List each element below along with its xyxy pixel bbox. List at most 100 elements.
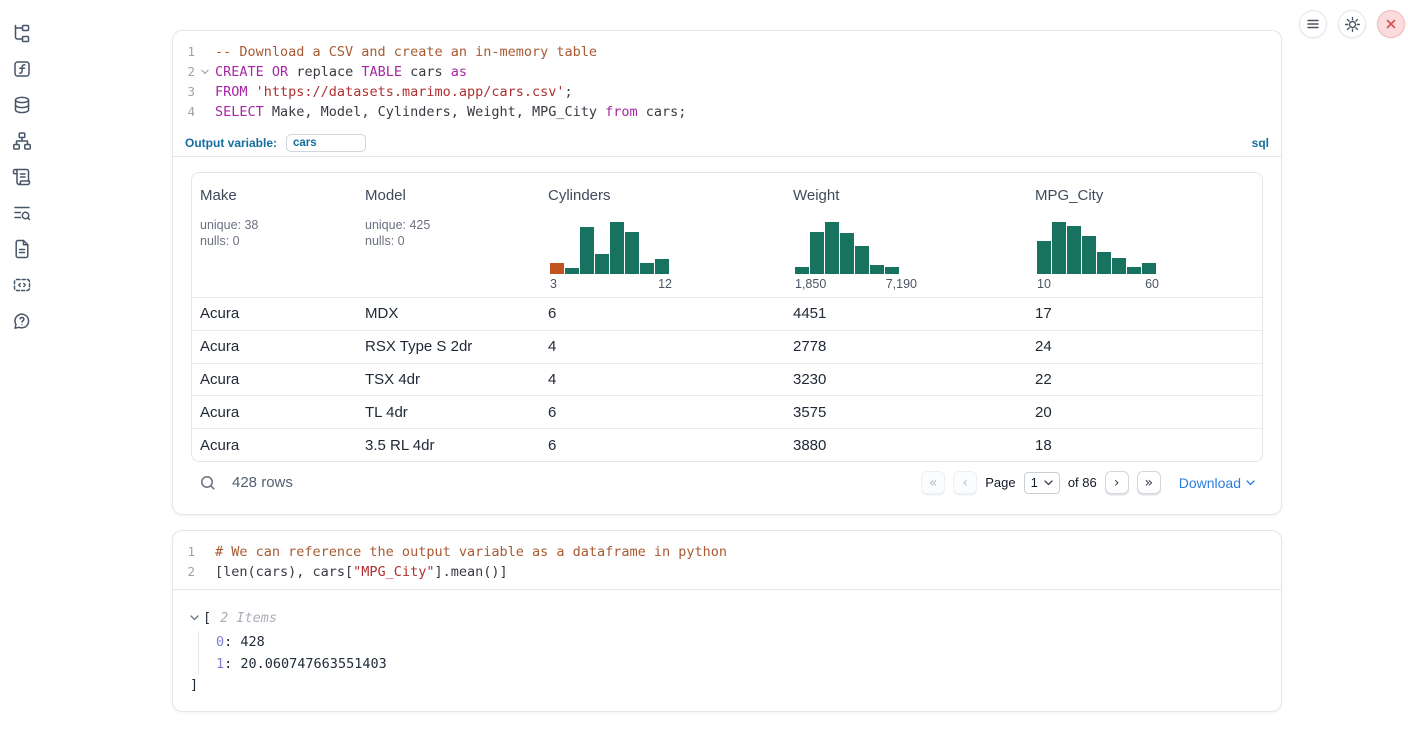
shutdown-button[interactable]: [1377, 10, 1405, 38]
code-text[interactable]: [len(cars), cars["MPG_City"].mean()]: [199, 562, 508, 582]
histogram-bar: [640, 263, 654, 274]
item-value: 428: [240, 634, 264, 650]
histogram-bar: [1127, 267, 1141, 274]
sql-output: Make unique: 38nulls: 0 Model unique: 42…: [173, 157, 1281, 504]
histogram-bar: [1112, 258, 1126, 274]
histogram-bar: [610, 222, 624, 274]
code-line: 1 # We can reference the output variable…: [173, 542, 1281, 562]
line-number: 1: [173, 542, 199, 562]
tree-items: 0: 428 1: 20.060747663551403: [198, 631, 1281, 675]
histogram-bar: [1052, 222, 1066, 274]
list-item: 0: 428: [216, 631, 1281, 653]
next-page-button[interactable]: ›: [1105, 471, 1129, 494]
code-line: 2 CREATE OR replace TABLE cars as: [173, 62, 1281, 82]
histogram-bar: [1067, 226, 1081, 274]
chevron-down-icon: [1246, 480, 1255, 486]
histogram-bar: [795, 267, 809, 274]
code-line: 1 -- Download a CSV and create an in-mem…: [173, 42, 1281, 62]
pagination: « ‹ Page 1 of 86 › » Download: [921, 471, 1255, 494]
search-icon[interactable]: [199, 474, 217, 492]
output-variable-input[interactable]: [286, 134, 366, 152]
document-icon[interactable]: [12, 239, 32, 259]
line-number: 1: [173, 42, 199, 62]
axis-min-label: 3: [550, 277, 557, 291]
settings-button[interactable]: [1338, 10, 1366, 38]
sql-cell: 1 -- Download a CSV and create an in-mem…: [172, 30, 1282, 515]
column-stats: unique: 425nulls: 0: [365, 217, 532, 249]
list-item: 1: 20.060747663551403: [216, 653, 1281, 675]
python-cell: 1 # We can reference the output variable…: [172, 530, 1282, 712]
close-icon: [1384, 17, 1398, 31]
open-bracket: [: [203, 610, 211, 626]
gear-icon: [1344, 16, 1361, 33]
code-text[interactable]: FROM 'https://datasets.marimo.app/cars.c…: [199, 82, 573, 102]
histogram-bar: [550, 263, 564, 274]
output-variable-row: Output variable: sql: [173, 129, 1281, 157]
line-number: 2: [173, 62, 199, 82]
network-icon[interactable]: [12, 131, 32, 151]
code-line: 2 [len(cars), cars["MPG_City"].mean()]: [173, 562, 1281, 582]
cylinders-histogram[interactable]: 3 12: [550, 222, 672, 291]
table-row[interactable]: Acura RSX Type S 2dr 4 2778 24: [192, 330, 1262, 363]
column-header-cylinders[interactable]: Cylinders 3: [540, 173, 785, 297]
rows-count: 428 rows: [232, 474, 293, 491]
menu-icon: [1305, 16, 1321, 32]
code-text[interactable]: CREATE OR replace TABLE cars as: [199, 62, 467, 82]
items-count-label: 2 Items: [220, 610, 277, 626]
last-page-button[interactable]: »: [1137, 471, 1161, 494]
menu-button[interactable]: [1299, 10, 1327, 38]
table-footer: 428 rows « ‹ Page 1 of 86 › » Download: [191, 462, 1263, 504]
column-header-model[interactable]: Model unique: 425nulls: 0: [357, 173, 540, 297]
code-line: 3 FROM 'https://datasets.marimo.app/cars…: [173, 82, 1281, 102]
histogram-bar: [565, 268, 579, 274]
column-header-weight[interactable]: Weight 1,850 7,19: [785, 173, 1027, 297]
help-icon[interactable]: [12, 311, 32, 331]
column-header-make[interactable]: Make unique: 38nulls: 0: [192, 173, 357, 297]
mpg-city-histogram[interactable]: 10 60: [1037, 222, 1159, 291]
histogram-bar: [885, 267, 899, 274]
scroll-icon[interactable]: [12, 167, 32, 187]
chevron-down-icon: [1044, 480, 1053, 486]
table-row[interactable]: Acura 3.5 RL 4dr 6 3880 18: [192, 428, 1262, 461]
histogram-bar: [1037, 241, 1051, 274]
histogram-bar: [1097, 252, 1111, 274]
histogram-bar: [655, 259, 669, 274]
table-row[interactable]: Acura MDX 6 4451 17: [192, 297, 1262, 330]
close-bracket: ]: [190, 677, 1281, 693]
column-stats: unique: 38nulls: 0: [200, 217, 349, 249]
code-text[interactable]: SELECT Make, Model, Cylinders, Weight, M…: [199, 102, 686, 122]
axis-min-label: 1,850: [795, 277, 826, 291]
prev-page-button[interactable]: ‹: [953, 471, 977, 494]
function-icon[interactable]: [12, 59, 32, 79]
histogram-bar: [840, 233, 854, 274]
histogram-bar: [855, 246, 869, 274]
axis-min-label: 10: [1037, 277, 1051, 291]
item-value: 20.060747663551403: [240, 656, 386, 672]
python-output-tree: [ 2 Items 0: 428 1: 20.060747663551403 ]: [173, 590, 1281, 693]
python-code-editor[interactable]: 1 # We can reference the output variable…: [173, 531, 1281, 589]
table-row[interactable]: Acura TSX 4dr 4 3230 22: [192, 363, 1262, 396]
output-variable-label: Output variable:: [185, 136, 277, 150]
fold-chevron-icon[interactable]: [201, 69, 209, 75]
sql-code-editor[interactable]: 1 -- Download a CSV and create an in-mem…: [173, 31, 1281, 129]
download-button[interactable]: Download: [1179, 475, 1255, 491]
column-header-mpg-city[interactable]: MPG_City 10: [1027, 173, 1262, 297]
first-page-button[interactable]: «: [921, 471, 945, 494]
table-row[interactable]: Acura TL 4dr 6 3575 20: [192, 395, 1262, 428]
code-text[interactable]: -- Download a CSV and create an in-memor…: [199, 42, 597, 62]
database-icon[interactable]: [12, 95, 32, 115]
histogram-bar: [625, 232, 639, 274]
code-text[interactable]: # We can reference the output variable a…: [199, 542, 727, 562]
axis-max-label: 12: [658, 277, 672, 291]
page-select[interactable]: 1: [1024, 472, 1060, 494]
collapse-chevron-icon[interactable]: [190, 615, 199, 621]
language-badge: sql: [1252, 136, 1269, 150]
weight-histogram[interactable]: 1,850 7,190: [795, 222, 917, 291]
file-tree-icon[interactable]: [12, 23, 32, 43]
data-table: Make unique: 38nulls: 0 Model unique: 42…: [191, 172, 1263, 462]
histogram-bar: [870, 265, 884, 274]
line-number: 3: [173, 82, 199, 102]
snippets-icon[interactable]: [12, 275, 32, 295]
text-search-icon[interactable]: [12, 203, 32, 223]
histogram-bar: [595, 254, 609, 274]
